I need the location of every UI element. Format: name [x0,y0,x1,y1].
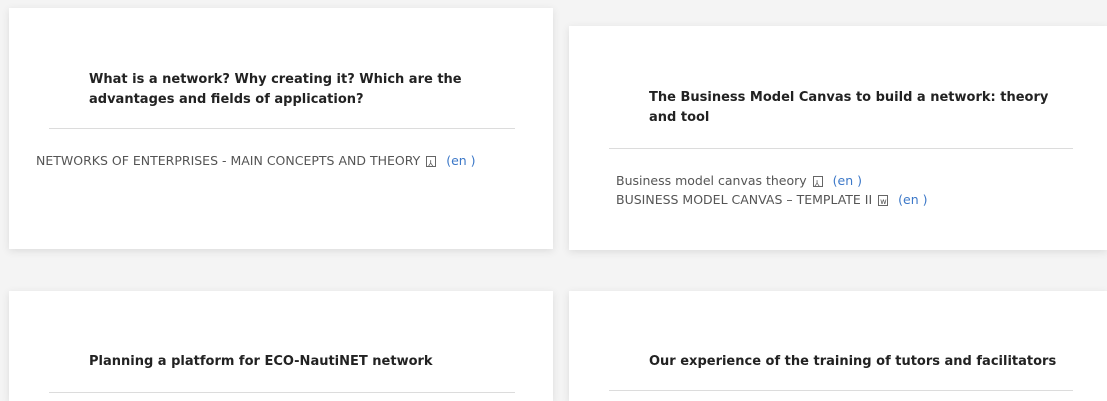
pdf-icon[interactable] [812,174,823,194]
card-title: Planning a platform for ECO-NautiNET net… [89,352,509,372]
card-business-model-canvas: The Business Model Canvas to build a net… [569,26,1107,250]
resource-link-row[interactable]: NETWORKS OF ENTERPRISES - MAIN CONCEPTS … [36,151,476,174]
language-link[interactable]: (en ) [833,173,862,188]
card-title-line: Our experience of the training of tutors… [649,354,1057,369]
language-link[interactable]: (en ) [898,192,927,207]
card-training-experience: Our experience of the training of tutors… [569,291,1107,401]
resource-link-row[interactable]: BUSINESS MODEL CANVAS – TEMPLATE II (en … [616,190,927,212]
language-link[interactable]: (en ) [446,153,475,168]
pdf-icon[interactable] [426,154,437,174]
card-divider [49,128,515,129]
card-title-line: The Business Model Canvas to build a net… [649,90,1049,105]
card-networks: What is a network? Why creating it? Whic… [9,8,553,249]
card-title-line: Planning a platform for ECO-NautiNET net… [89,354,433,369]
resource-link[interactable]: Business model canvas theory [616,173,807,188]
card-divider [609,148,1073,149]
card-title: The Business Model Canvas to build a net… [649,88,1049,128]
resource-link-row[interactable]: Business model canvas theory (en ) [616,171,862,194]
card-divider [609,390,1073,391]
word-document-icon[interactable] [878,192,889,212]
resource-link[interactable]: BUSINESS MODEL CANVAS – TEMPLATE II [616,192,872,207]
card-title: Our experience of the training of tutors… [649,352,1089,372]
card-title-line: and tool [649,110,710,125]
resource-link[interactable]: NETWORKS OF ENTERPRISES - MAIN CONCEPTS … [36,153,420,168]
card-title-line: What is a network? Why creating it? Whic… [89,72,462,87]
card-divider [49,392,515,393]
card-title-line: advantages and fields of application? [89,92,364,107]
card-title: What is a network? Why creating it? Whic… [89,70,489,110]
card-platform-planning: Planning a platform for ECO-NautiNET net… [9,291,553,401]
